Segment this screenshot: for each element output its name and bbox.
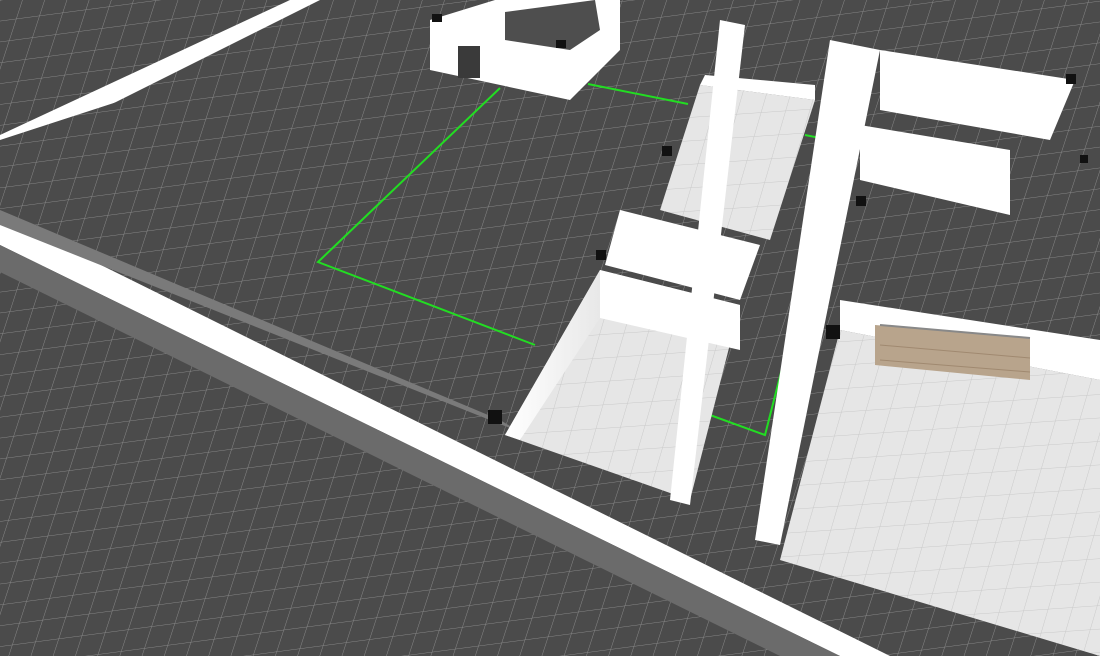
floorplan-3d-viewport[interactable] xyxy=(0,0,1100,656)
wall-cap xyxy=(662,146,672,156)
wall-cap xyxy=(556,40,566,48)
wall-cap xyxy=(488,410,502,424)
wall-cap xyxy=(856,196,866,206)
door-icon[interactable] xyxy=(458,46,480,78)
wall-cap xyxy=(1066,74,1076,84)
wall-cap xyxy=(826,325,840,339)
wall-cap xyxy=(1080,155,1088,163)
wall-cap xyxy=(596,250,606,260)
scene-canvas[interactable] xyxy=(0,0,1100,656)
wall-cap xyxy=(432,14,442,22)
